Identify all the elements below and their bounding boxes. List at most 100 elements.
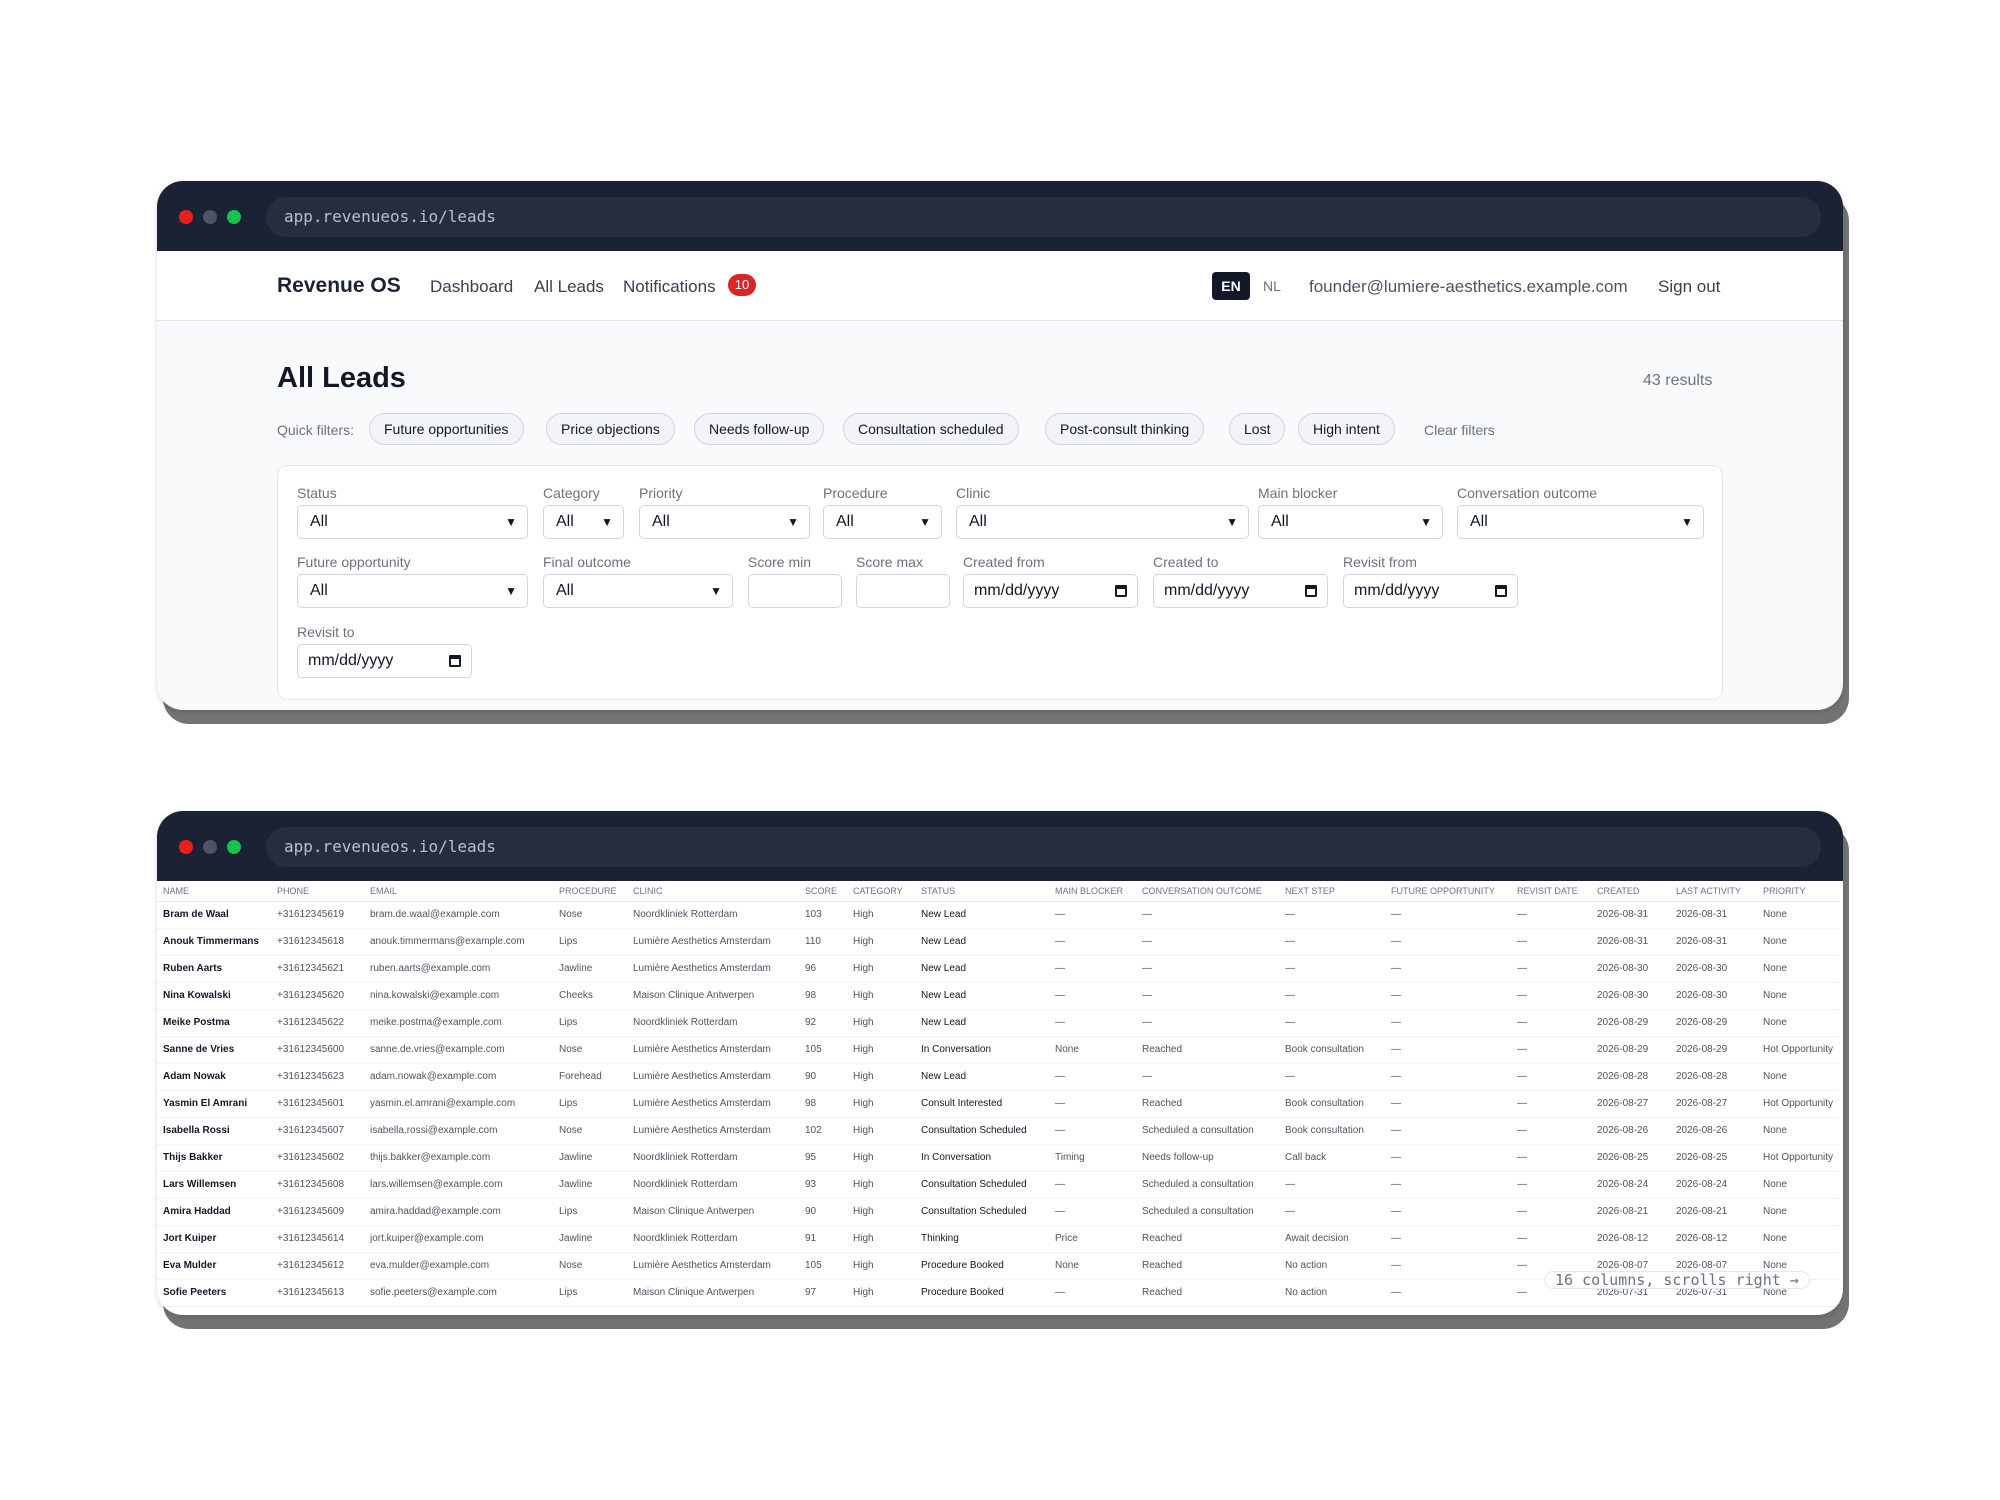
cell-conversation-outcome: — (1136, 982, 1279, 1010)
maximize-window-dot[interactable] (227, 840, 241, 854)
future-opportunity-select[interactable]: All ▼ (297, 574, 528, 608)
cell-name[interactable]: Lars Willemsen (157, 1171, 271, 1199)
revisit-from-date-input[interactable]: mm/dd/yyyy (1343, 574, 1518, 608)
cell-priority: None (1757, 901, 1840, 929)
address-bar[interactable]: app.revenueos.io/leads (266, 827, 1821, 867)
nav-link-notifications[interactable]: Notifications (623, 277, 716, 297)
revisit-to-date-input[interactable]: mm/dd/yyyy (297, 644, 472, 678)
table-row[interactable]: Isabella Rossi +31612345607 isabella.rossi… (157, 1117, 1840, 1145)
cell-name[interactable]: Amira Haddad (157, 1198, 271, 1226)
cell-revisit-date: — (1511, 955, 1591, 983)
table-row[interactable]: Ruben Aarts +31612345621 ruben.aarts@examp… (157, 955, 1840, 983)
cell-name[interactable]: Sanne de Vries (157, 1036, 271, 1064)
nav-link-all-leads[interactable]: All Leads (534, 277, 604, 297)
calendar-icon[interactable] (1305, 585, 1317, 597)
cell-phone: +31612345618 (271, 928, 364, 956)
cell-name[interactable]: Yasmin El Amrani (157, 1090, 271, 1118)
cell-name[interactable]: Anouk Timmermans (157, 928, 271, 956)
table-row[interactable]: Thijs Bakker +31612345602 thijs.bakker@exa… (157, 1144, 1840, 1172)
column-header-conversation-outcome[interactable]: Conversation outcome (1136, 881, 1279, 902)
sign-out-link[interactable]: Sign out (1658, 277, 1720, 297)
column-header-phone[interactable]: Phone (271, 881, 364, 902)
column-header-created[interactable]: Created (1591, 881, 1670, 902)
leads-table-container[interactable]: Name Phone Email Procedure Clinic Score Catego… (157, 881, 1843, 1315)
calendar-icon[interactable] (1495, 585, 1507, 597)
column-header-name[interactable]: Name (157, 881, 271, 902)
table-row[interactable]: Bram de Waal +31612345619 bram.de.waal@exa… (157, 901, 1840, 929)
language-nl-button[interactable]: NL (1263, 278, 1281, 294)
calendar-icon[interactable] (1115, 585, 1127, 597)
table-row[interactable]: Jort Kuiper +31612345614 jort.kuiper@examp… (157, 1225, 1840, 1253)
column-header-score[interactable]: Score (799, 881, 847, 902)
column-header-main-blocker[interactable]: Main blocker (1049, 881, 1136, 902)
cell-next-step: — (1279, 1171, 1385, 1199)
main-blocker-select[interactable]: All ▼ (1258, 505, 1443, 539)
quick-filter-consultation-scheduled[interactable]: Consultation scheduled (843, 413, 1019, 445)
quick-filter-needs-follow-up[interactable]: Needs follow-up (694, 413, 825, 445)
column-header-clinic[interactable]: Clinic (627, 881, 799, 902)
table-row[interactable]: Adam Nowak +31612345623 adam.nowak@example… (157, 1063, 1840, 1091)
score-min-input[interactable] (748, 574, 842, 608)
score-max-input[interactable] (856, 574, 950, 608)
cell-name[interactable]: Nina Kowalski (157, 982, 271, 1010)
cell-name[interactable]: Adam Nowak (157, 1063, 271, 1091)
cell-name[interactable]: Bram de Waal (157, 901, 271, 929)
created-to-date-input[interactable]: mm/dd/yyyy (1153, 574, 1328, 608)
cell-name[interactable]: Jort Kuiper (157, 1225, 271, 1253)
column-header-future-opportunity[interactable]: Future opportunity (1385, 881, 1511, 902)
cell-name[interactable]: Eva Mulder (157, 1252, 271, 1280)
procedure-select[interactable]: All ▼ (823, 505, 942, 539)
table-row[interactable]: Sanne de Vries +31612345600 sanne.de.vries… (157, 1036, 1840, 1064)
cell-name[interactable]: Thijs Bakker (157, 1144, 271, 1172)
priority-select[interactable]: All ▼ (639, 505, 810, 539)
quick-filter-post-consult-thinking[interactable]: Post-consult thinking (1045, 413, 1205, 445)
cell-name[interactable]: Sofie Peeters (157, 1279, 271, 1307)
column-header-last-activity[interactable]: Last activity (1670, 881, 1757, 902)
column-header-email[interactable]: Email (364, 881, 553, 902)
column-header-next-step[interactable]: Next step (1279, 881, 1385, 902)
calendar-icon[interactable] (449, 655, 461, 667)
table-row[interactable]: Yasmin El Amrani +31612345601 yasmin.el.am… (157, 1090, 1840, 1118)
cell-next-step: — (1279, 982, 1385, 1010)
cell-priority: None (1757, 1009, 1840, 1037)
created-from-date-input[interactable]: mm/dd/yyyy (963, 574, 1138, 608)
close-window-dot[interactable] (179, 840, 193, 854)
cell-procedure: Lips (553, 1198, 627, 1226)
column-header-procedure[interactable]: Procedure (553, 881, 627, 902)
language-en-button[interactable]: EN (1212, 272, 1250, 300)
brand-logo[interactable]: Revenue OS (277, 274, 401, 298)
cell-created: 2026-08-31 (1591, 928, 1670, 956)
results-count: 43 results (1643, 372, 1713, 389)
quick-filter-high-intent[interactable]: High intent (1298, 413, 1395, 445)
column-header-revisit-date[interactable]: Revisit date (1511, 881, 1591, 902)
minimize-window-dot[interactable] (203, 840, 217, 854)
quick-filter-lost[interactable]: Lost (1229, 413, 1286, 445)
table-row[interactable]: Nina Kowalski +31612345620 nina.kowalski@e… (157, 982, 1840, 1010)
address-bar[interactable]: app.revenueos.io/leads (266, 197, 1821, 237)
clinic-select[interactable]: All ▼ (956, 505, 1249, 539)
minimize-window-dot[interactable] (203, 210, 217, 224)
table-row[interactable]: Lars Willemsen +31612345608 lars.willemsen… (157, 1171, 1840, 1199)
table-row[interactable]: Anouk Timmermans +31612345618 anouk.timmer… (157, 928, 1840, 956)
table-row[interactable]: Amira Haddad +31612345609 amira.haddad@exa… (157, 1198, 1840, 1226)
cell-category: High (847, 928, 915, 956)
column-header-category[interactable]: Category (847, 881, 915, 902)
final-outcome-select[interactable]: All ▼ (543, 574, 733, 608)
clear-filters-link[interactable]: Clear filters (1424, 422, 1495, 438)
cell-main-blocker: — (1049, 1009, 1136, 1037)
cell-name[interactable]: Ruben Aarts (157, 955, 271, 983)
chevron-down-icon: ▼ (787, 515, 799, 529)
column-header-priority[interactable]: Priority (1757, 881, 1840, 902)
maximize-window-dot[interactable] (227, 210, 241, 224)
category-select[interactable]: All ▼ (543, 505, 624, 539)
cell-name[interactable]: Isabella Rossi (157, 1117, 271, 1145)
close-window-dot[interactable] (179, 210, 193, 224)
quick-filter-price-objections[interactable]: Price objections (546, 413, 675, 445)
cell-name[interactable]: Meike Postma (157, 1009, 271, 1037)
nav-link-dashboard[interactable]: Dashboard (430, 277, 513, 297)
table-row[interactable]: Meike Postma +31612345622 meike.postma@exa… (157, 1009, 1840, 1037)
quick-filter-future-opportunities[interactable]: Future opportunities (369, 413, 524, 445)
column-header-status[interactable]: Status (915, 881, 1049, 902)
conversation-outcome-select[interactable]: All ▼ (1457, 505, 1704, 539)
status-select[interactable]: All ▼ (297, 505, 528, 539)
